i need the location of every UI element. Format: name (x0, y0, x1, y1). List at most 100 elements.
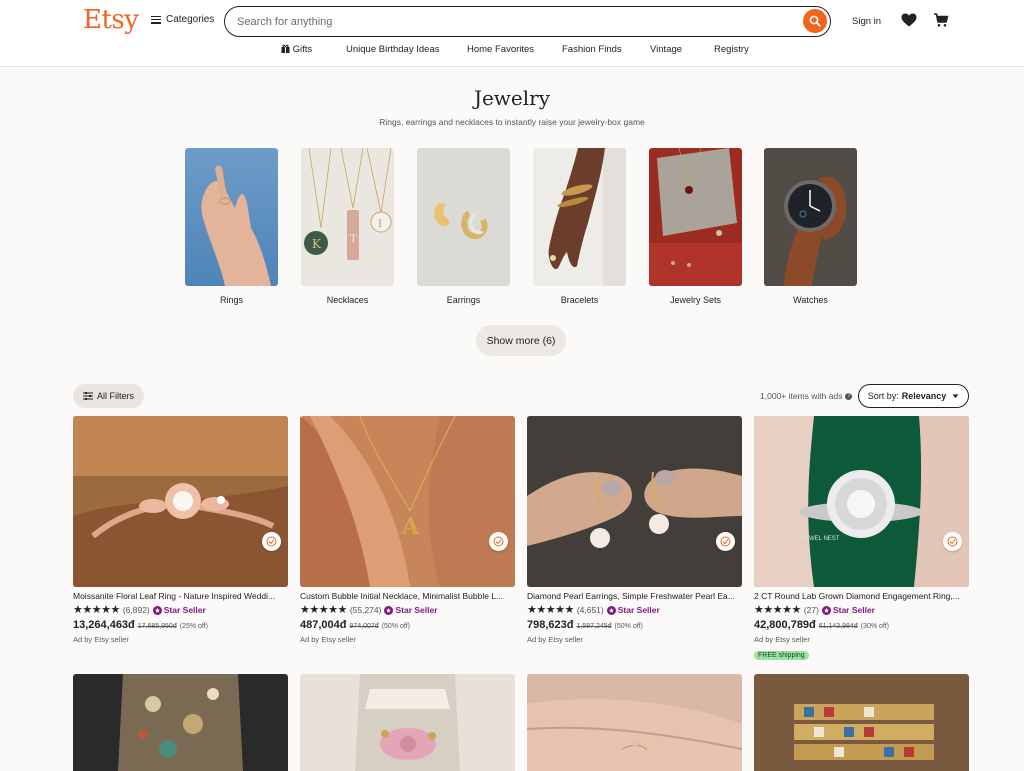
subnav-gifts[interactable]: Gifts (281, 44, 312, 55)
review-count: (4,651) (576, 605, 604, 615)
subnav-vintage[interactable]: Vintage (650, 44, 682, 55)
product-image[interactable] (73, 416, 288, 587)
product-card[interactable]: Diamond Pearl Earrings, Simple Freshwate… (527, 416, 742, 644)
site-header: Etsy Categories Sign in Gifts Unique Bir… (0, 0, 1024, 67)
subnav-home-favorites[interactable]: Home Favorites (467, 44, 534, 55)
ad-label: Ad by Etsy seller (73, 635, 129, 644)
category-rings[interactable]: Rings (185, 148, 278, 305)
category-watches-label: Watches (793, 295, 828, 305)
original-price: 974,007đ (349, 623, 379, 630)
product-card[interactable]: Moissanite Floral Leaf Ring - Nature Ins… (73, 416, 288, 644)
star-rating: ★★★★★ (527, 604, 574, 616)
product-rating: ★★★★★ (4,651) Star Seller (527, 604, 742, 616)
etsy-logo[interactable]: Etsy (83, 5, 139, 35)
discount: (30% off) (860, 623, 889, 630)
favorites-button[interactable] (901, 13, 917, 32)
etsy-pick-badge (716, 532, 735, 551)
category-watches[interactable]: Watches (764, 148, 857, 305)
categories-label: Categories (166, 14, 215, 25)
sub-navigation: Gifts Unique Birthday Ideas Home Favorit… (0, 44, 1024, 58)
star-rating: ★★★★★ (300, 604, 347, 616)
star-seller-icon (606, 605, 616, 615)
info-icon[interactable]: ? (845, 392, 853, 400)
page-subtitle: Rings, earrings and necklaces to instant… (379, 117, 645, 127)
category-rings-image (185, 148, 278, 286)
discount: (50% off) (614, 623, 643, 630)
product-title[interactable]: Diamond Pearl Earrings, Simple Freshwate… (527, 591, 742, 601)
product-image[interactable]: A (300, 416, 515, 587)
svg-text:A: A (401, 514, 420, 540)
category-necklaces-image: K T I (301, 148, 394, 286)
caret-down-icon (952, 394, 959, 398)
free-shipping-badge: FREE shipping (754, 651, 809, 660)
star-seller-badge: Star Seller (384, 605, 438, 615)
page-title: Jewelry (473, 86, 551, 110)
product-card[interactable]: JEWEL NEST 2 CT Round Lab Grown Diamond … (754, 416, 969, 662)
product-image[interactable]: JEWEL NEST (754, 416, 969, 587)
category-bracelets-label: Bracelets (560, 295, 599, 305)
sale-price: 798,623đ (527, 619, 574, 631)
sale-price: 13,264,463đ (73, 619, 135, 631)
discount: (25% off) (179, 623, 208, 630)
star-seller-icon (821, 605, 831, 615)
menu-icon (151, 15, 161, 24)
all-filters-label: All Filters (96, 391, 134, 401)
star-seller-label: Star Seller (832, 605, 875, 615)
original-price: 17,685,950đ (137, 623, 177, 630)
review-count: (55,274) (349, 605, 382, 615)
star-seller-icon (152, 605, 162, 615)
subnav-fashion-finds[interactable]: Fashion Finds (562, 44, 622, 55)
badge-icon (493, 536, 504, 547)
product-image[interactable] (300, 674, 515, 771)
product-image[interactable] (73, 674, 288, 771)
category-necklaces-label: Necklaces (326, 295, 369, 305)
categories-button[interactable]: Categories (151, 14, 214, 25)
product-image[interactable] (754, 674, 969, 771)
search-icon (809, 15, 821, 27)
cart-button[interactable] (933, 12, 949, 33)
star-rating: ★★★★★ (754, 604, 801, 616)
product-rating: ★★★★★ (27) Star Seller (754, 604, 969, 616)
sale-price: 42,800,789đ (754, 619, 816, 631)
category-rings-label: Rings (219, 295, 243, 305)
category-jewelry-sets[interactable]: Jewelry Sets (649, 148, 742, 305)
category-earrings-label: Earrings (446, 295, 481, 305)
search-input[interactable] (225, 15, 785, 28)
star-seller-badge: Star Seller (606, 605, 660, 615)
subnav-unique-birthday-ideas[interactable]: Unique Birthday Ideas (346, 44, 439, 55)
sign-in-link[interactable]: Sign in (852, 16, 881, 27)
price-row: 13,264,463đ 17,685,950đ (25% off) (73, 619, 288, 631)
product-title[interactable]: Moissanite Floral Leaf Ring - Nature Ins… (73, 591, 288, 601)
category-bracelets[interactable]: Bracelets (533, 148, 626, 305)
review-count: (6,892) (122, 605, 150, 615)
search-button[interactable] (803, 9, 827, 33)
original-price: 61,143,984đ (818, 623, 858, 630)
svg-text:T: T (350, 234, 357, 245)
results-count-label: 1,000+ items with ads (760, 391, 843, 401)
product-rating: ★★★★★ (6,892) Star Seller (73, 605, 288, 616)
sort-dropdown[interactable]: Sort by: Relevancy (858, 384, 969, 408)
price-row: 487,004đ 974,007đ (50% off) (300, 619, 515, 631)
search-bar (224, 6, 831, 37)
svg-text:I: I (378, 219, 382, 230)
original-price: 1,597,245đ (576, 623, 612, 630)
category-necklaces[interactable]: K T I Necklaces (301, 148, 394, 305)
review-count: (27) (803, 605, 819, 615)
svg-text:K: K (312, 237, 322, 251)
category-earrings-image (417, 148, 510, 286)
product-image[interactable] (527, 674, 742, 771)
subnav-gifts-label: Gifts (292, 44, 313, 55)
product-rating: ★★★★★ (55,274) Star Seller (300, 604, 515, 616)
product-title[interactable]: Custom Bubble Initial Necklace, Minimali… (300, 591, 515, 601)
all-filters-button[interactable]: All Filters (73, 384, 144, 408)
category-bracelets-image (533, 148, 626, 286)
product-card[interactable]: A Custom Bubble Initial Necklace, Minima… (300, 416, 515, 644)
subnav-registry[interactable]: Registry (714, 44, 749, 55)
category-earrings[interactable]: Earrings (417, 148, 510, 305)
product-image[interactable] (527, 416, 742, 587)
price-row: 42,800,789đ 61,143,984đ (30% off) (754, 619, 969, 631)
ad-label: Ad by Etsy seller (527, 635, 583, 644)
ad-label: Ad by Etsy seller (300, 635, 356, 644)
show-more-button[interactable]: Show more (6) (476, 325, 566, 356)
product-title[interactable]: 2 CT Round Lab Grown Diamond Engagement … (754, 591, 969, 601)
